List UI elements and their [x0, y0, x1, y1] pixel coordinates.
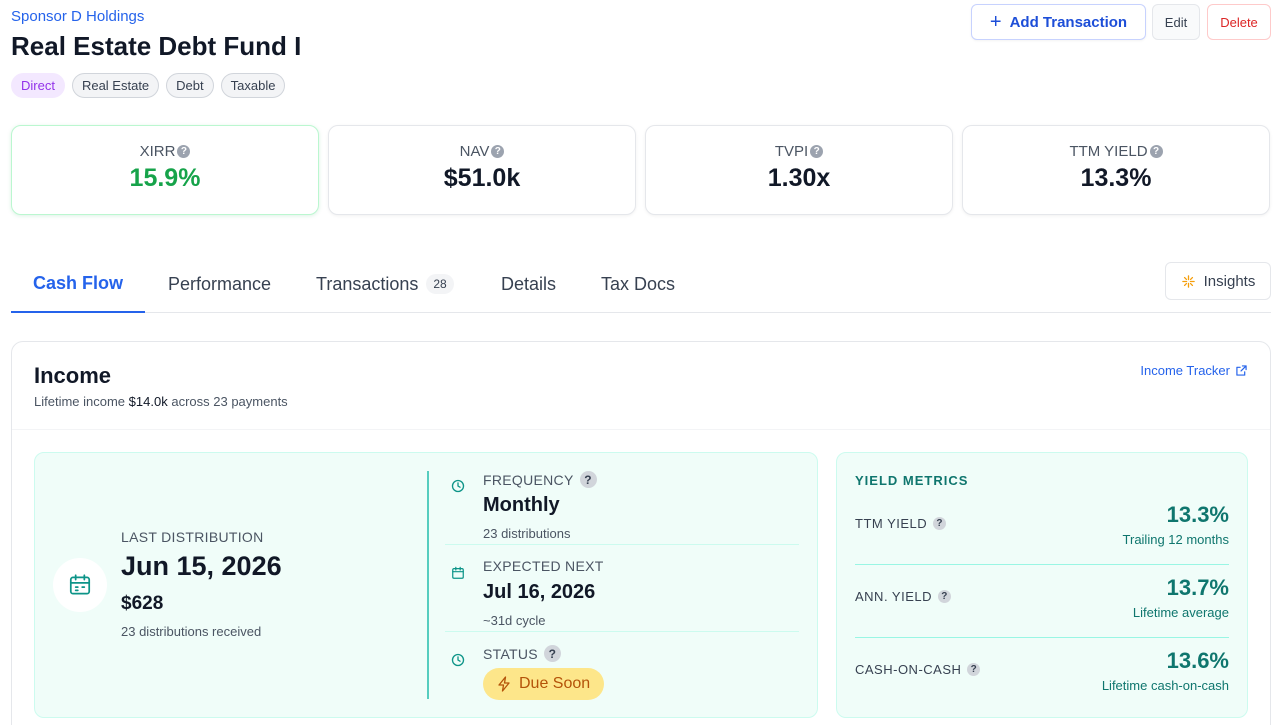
yield-row-ttm: TTM YIELD? 13.3% Trailing 12 months	[855, 492, 1229, 565]
divider-vertical	[427, 471, 429, 699]
status-label: STATUS	[483, 645, 538, 662]
last-distribution-date: Jun 15, 2026	[121, 551, 282, 581]
tab-details[interactable]: Details	[501, 255, 556, 313]
insights-button[interactable]: Insights	[1165, 262, 1271, 300]
metric-value: $51.0k	[443, 164, 521, 192]
status-badge: Due Soon	[483, 668, 605, 700]
calendar-icon	[69, 574, 91, 595]
status-value: Due Soon	[519, 675, 591, 692]
yield-metrics-panel: YIELD METRICS TTM YIELD? 13.3% Trailing …	[836, 452, 1248, 718]
tab-bar: Cash Flow Performance Transactions 28 De…	[11, 255, 1271, 313]
income-tracker-link[interactable]: Income Tracker	[1140, 363, 1247, 378]
calendar-icon	[452, 566, 464, 579]
help-icon[interactable]: ?	[1149, 145, 1163, 158]
sparkle-icon	[1181, 274, 1195, 288]
metric-value: 1.30x	[767, 164, 831, 192]
clock-icon	[451, 653, 465, 667]
metric-card-ttm-yield: TTM YIELD? 13.3%	[962, 125, 1270, 215]
yield-sub: Trailing 12 months	[1122, 532, 1229, 547]
plus-icon: +	[989, 11, 1002, 33]
help-icon[interactable]: ?	[810, 145, 824, 158]
external-link-icon	[1236, 365, 1247, 376]
frequency-row: FREQUENCY? Monthly 23 distributions	[445, 471, 799, 545]
help-icon[interactable]: ?	[543, 645, 561, 662]
yield-sub: Lifetime average	[1132, 605, 1229, 620]
yield-value: 13.3%	[1166, 502, 1229, 527]
metric-label: TTM YIELD	[1069, 143, 1148, 160]
tag-taxable: Taxable	[220, 73, 286, 98]
metric-label: XIRR	[139, 143, 176, 160]
expected-next-sub: ~31d cycle	[483, 613, 546, 628]
lifetime-income-amount: $14.0k	[128, 394, 168, 409]
metric-value: 13.3%	[1080, 164, 1152, 192]
clock-icon	[451, 479, 465, 493]
help-icon[interactable]: ?	[177, 145, 191, 158]
subtitle-suffix: across 23 payments	[171, 394, 288, 409]
distributions-received: 23 distributions received	[121, 624, 262, 639]
tag-list: Direct Real Estate Debt Taxable	[11, 73, 286, 98]
distribution-panel: LAST DISTRIBUTION Jun 15, 2026 $628 23 d…	[34, 452, 818, 718]
yield-row-annual: ANN. YIELD? 13.7% Lifetime average	[855, 565, 1229, 638]
last-distribution-label: LAST DISTRIBUTION	[121, 529, 264, 545]
income-title: Income	[34, 363, 112, 388]
yield-metrics-title: YIELD METRICS	[855, 473, 969, 488]
expected-next-label: EXPECTED NEXT	[483, 558, 604, 574]
income-subtitle: Lifetime income $14.0k across 23 payment…	[34, 394, 288, 409]
income-tracker-label: Income Tracker	[1140, 363, 1230, 378]
tab-label: Transactions	[316, 273, 419, 294]
tab-tax-docs[interactable]: Tax Docs	[601, 255, 675, 313]
last-distribution-amount: $628	[121, 593, 164, 614]
yield-sub: Lifetime cash-on-cash	[1101, 678, 1229, 693]
yield-label: TTM YIELD	[855, 516, 928, 531]
metric-card-nav: NAV? $51.0k	[328, 125, 636, 215]
edit-button[interactable]: Edit	[1152, 4, 1200, 40]
expected-next-row: EXPECTED NEXT Jul 16, 2026 ~31d cycle	[445, 558, 799, 632]
subtitle-prefix: Lifetime income	[34, 394, 126, 409]
frequency-value: Monthly	[483, 494, 560, 516]
help-icon[interactable]: ?	[579, 471, 597, 488]
yield-value: 13.6%	[1166, 648, 1229, 673]
tab-performance[interactable]: Performance	[168, 255, 271, 313]
yield-value: 13.7%	[1166, 575, 1229, 600]
yield-label: CASH-ON-CASH	[855, 662, 962, 677]
metric-card-xirr: XIRR? 15.9%	[11, 125, 319, 215]
status-row: STATUS? Due Soon	[445, 645, 799, 705]
tab-transactions[interactable]: Transactions 28	[316, 255, 454, 313]
metric-card-tvpi: TVPI? 1.30x	[645, 125, 953, 215]
tag-debt: Debt	[166, 73, 214, 98]
yield-row-cash-on-cash: CASH-ON-CASH? 13.6% Lifetime cash-on-cas…	[855, 638, 1229, 711]
frequency-label: FREQUENCY	[483, 471, 574, 488]
help-icon[interactable]: ?	[933, 517, 947, 530]
tag-direct: Direct	[11, 73, 65, 98]
count-badge: 28	[426, 274, 454, 294]
page-title: Real Estate Debt Fund I	[11, 31, 302, 61]
expected-next-value: Jul 16, 2026	[483, 581, 596, 603]
income-card: Income Lifetime income $14.0k across 23 …	[11, 341, 1271, 725]
add-transaction-label: Add Transaction	[1009, 13, 1128, 31]
calendar-badge	[53, 558, 107, 612]
lightning-icon	[498, 676, 510, 692]
tag-real-estate: Real Estate	[71, 73, 160, 98]
divider	[445, 631, 799, 632]
sponsor-link[interactable]: Sponsor D Holdings	[11, 8, 144, 25]
add-transaction-button[interactable]: + Add Transaction	[971, 4, 1146, 40]
delete-button[interactable]: Delete	[1207, 4, 1271, 40]
metric-value: 15.9%	[129, 164, 201, 192]
help-icon[interactable]: ?	[938, 590, 952, 603]
tab-cash-flow[interactable]: Cash Flow	[11, 255, 146, 313]
divider	[445, 544, 799, 545]
help-icon[interactable]: ?	[967, 663, 981, 676]
divider	[12, 429, 1270, 430]
insights-label: Insights	[1203, 272, 1256, 290]
help-icon[interactable]: ?	[491, 145, 505, 158]
metric-label: TVPI	[774, 143, 809, 160]
frequency-sub: 23 distributions	[483, 526, 571, 541]
yield-label: ANN. YIELD	[855, 589, 933, 604]
metric-label: NAV	[459, 143, 490, 160]
